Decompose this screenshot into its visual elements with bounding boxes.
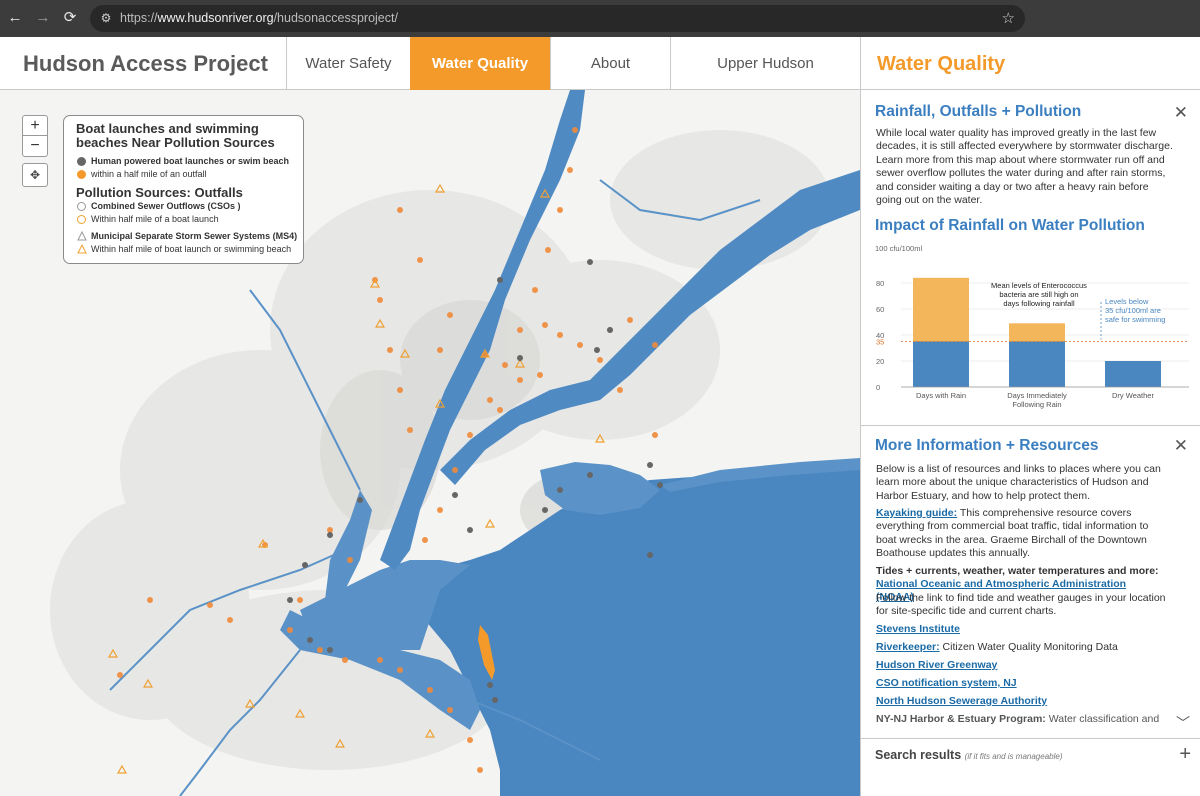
stevens-link[interactable]: Stevens Institute <box>876 623 960 635</box>
orange-dot-icon <box>77 170 86 179</box>
map-legend: Boat launches and swimming beaches Near … <box>63 115 304 264</box>
harbor-link[interactable]: NY-NJ Harbor & Estuary Program: <box>876 713 1046 725</box>
panel-header: Water Quality <box>861 37 1200 90</box>
address-bar[interactable]: ⚙ https://www.hudsonriver.org/hudsonacce… <box>90 5 1025 32</box>
close-icon[interactable]: ✕ <box>1174 103 1188 123</box>
y-tick-label: 0 <box>876 383 880 392</box>
noaa-description: Follow the link to find tide and weather… <box>876 592 1166 618</box>
riverkeeper-link[interactable]: Riverkeeper: <box>876 641 940 653</box>
chevron-down-icon[interactable]: ﹀ <box>1176 713 1190 733</box>
greenway-link[interactable]: Hudson River Greenway <box>876 659 997 671</box>
category-label: Dry Weather <box>1112 391 1154 400</box>
greenway-item: Hudson River Greenway <box>876 659 1166 672</box>
chart-annotation: bacteria are still high on <box>999 290 1078 299</box>
legend-ms4-item: Municipal Separate Storm Sewer Systems (… <box>76 230 297 243</box>
browser-toolbar: ← → ⟳ ⚙ https://www.hudsonriver.org/huds… <box>0 0 1200 37</box>
rainfall-body: While local water quality has improved g… <box>876 127 1173 207</box>
bar-segment <box>913 277 969 342</box>
legend-cso-near-item: Within half mile of a boat launch <box>76 213 291 226</box>
close-icon[interactable]: ✕ <box>1174 436 1188 456</box>
tides-heading: Tides + currents, weather, water tempera… <box>876 565 1159 577</box>
chart-annotation: 35 cfu/100ml are <box>1105 306 1161 315</box>
plus-icon[interactable]: + <box>1179 743 1191 766</box>
search-results-row[interactable]: Search results (if it fits and is manage… <box>861 738 1200 771</box>
y-tick-label: 20 <box>876 357 884 366</box>
legend-cso-item: Combined Sewer Outflows (CSOs ) <box>76 200 291 213</box>
y-tick-label: 80 <box>876 279 884 288</box>
legend-title: Boat launches and swimming beaches Near … <box>76 121 275 150</box>
legend-launch-item: Human powered boat launches or swim beac… <box>76 155 291 168</box>
chart-annotation: Levels below <box>1105 297 1149 306</box>
ocean-water <box>420 465 860 796</box>
harbor-item: NY-NJ Harbor & Estuary Program: Water cl… <box>876 713 1160 725</box>
zoom-out-button[interactable]: − <box>23 136 47 156</box>
category-label: Following Rain <box>1012 400 1061 409</box>
cso-notification-link[interactable]: CSO notification system, NJ <box>876 677 1017 689</box>
legend-outfalls-title: Pollution Sources: Outfalls <box>76 185 243 200</box>
zoom-in-button[interactable]: + <box>23 116 47 136</box>
cso-near-circle-icon <box>77 215 86 224</box>
category-label: Days Immediately <box>1007 391 1067 400</box>
ms4-triangle-icon <box>77 231 87 241</box>
tab-about[interactable]: About <box>550 37 670 90</box>
rainfall-chart: 100 cfu/100ml02035406080Days with Rain Da… <box>875 244 1189 409</box>
bar-segment <box>1105 361 1161 387</box>
reload-icon[interactable]: ⟳ <box>61 9 79 27</box>
impact-chart-title: Impact of Rainfall on Water Pollution <box>875 217 1145 234</box>
bar-segment <box>913 341 969 387</box>
y-axis-label: 100 cfu/100ml <box>875 244 922 253</box>
riverkeeper-item: Riverkeeper: Citizen Water Quality Monit… <box>876 641 1118 653</box>
panel-title: Water Quality <box>877 53 1006 75</box>
tab-water-safety[interactable]: Water Safety <box>286 37 410 90</box>
map-canvas[interactable]: + − ✥ Boat launches and swimming beaches… <box>0 90 860 796</box>
y-tick-label: 60 <box>876 305 884 314</box>
legend-ms4-near-item: Within half mile of boat launch or swimm… <box>76 243 291 256</box>
site-header: Hudson Access Project Water Safety Water… <box>0 37 860 90</box>
nhsa-link[interactable]: North Hudson Sewerage Authority <box>876 695 1047 707</box>
kayaking-guide-link[interactable]: Kayaking guide: <box>876 507 957 519</box>
chart-annotation: safe for swimming <box>1105 315 1165 324</box>
bookmark-star-icon[interactable]: ☆ <box>1002 9 1015 27</box>
site-title[interactable]: Hudson Access Project <box>23 51 268 77</box>
category-label: Days with Rain <box>916 391 966 400</box>
kayak-item: Kayaking guide: This comprehensive resou… <box>876 507 1149 560</box>
gray-dot-icon <box>77 157 86 166</box>
bar-segment <box>1009 341 1065 387</box>
site-settings-icon[interactable]: ⚙ <box>98 10 114 26</box>
nhsa-item: North Hudson Sewerage Authority <box>876 695 1166 708</box>
bar-segment <box>1009 323 1065 342</box>
y-tick-label: 40 <box>876 331 884 340</box>
rainfall-section-title: Rainfall, Outfalls + Pollution <box>875 103 1082 120</box>
back-icon[interactable]: ← <box>6 9 24 27</box>
search-results-label: Search results (if it fits and is manage… <box>875 748 1063 762</box>
chart-annotation: Mean levels of Enterococcus <box>991 281 1087 290</box>
chart-annotation: days following rainfall <box>1003 299 1075 308</box>
cso-circle-icon <box>77 202 86 211</box>
resources-intro: Below is a list of resources and links t… <box>876 463 1161 502</box>
pan-icon[interactable]: ✥ <box>22 163 48 187</box>
resources-section-title: More Information + Resources <box>875 437 1099 454</box>
url-text[interactable]: https://www.hudsonriver.org/hudsonaccess… <box>120 11 398 25</box>
ms4-near-triangle-icon <box>77 244 87 254</box>
tab-upper-hudson[interactable]: Upper Hudson <box>670 37 860 90</box>
zoom-control: + − <box>22 115 48 157</box>
tab-water-quality[interactable]: Water Quality <box>410 37 550 90</box>
section-divider <box>861 425 1200 426</box>
stevens-item: Stevens Institute <box>876 623 1166 636</box>
legend-launch-near-item: within a half mile of an outfall <box>76 168 291 181</box>
info-panel: Water Quality Rainfall, Outfalls + Pollu… <box>860 37 1200 796</box>
forward-icon[interactable]: → <box>34 9 52 27</box>
cso-notify-item: CSO notification system, NJ <box>876 677 1166 690</box>
